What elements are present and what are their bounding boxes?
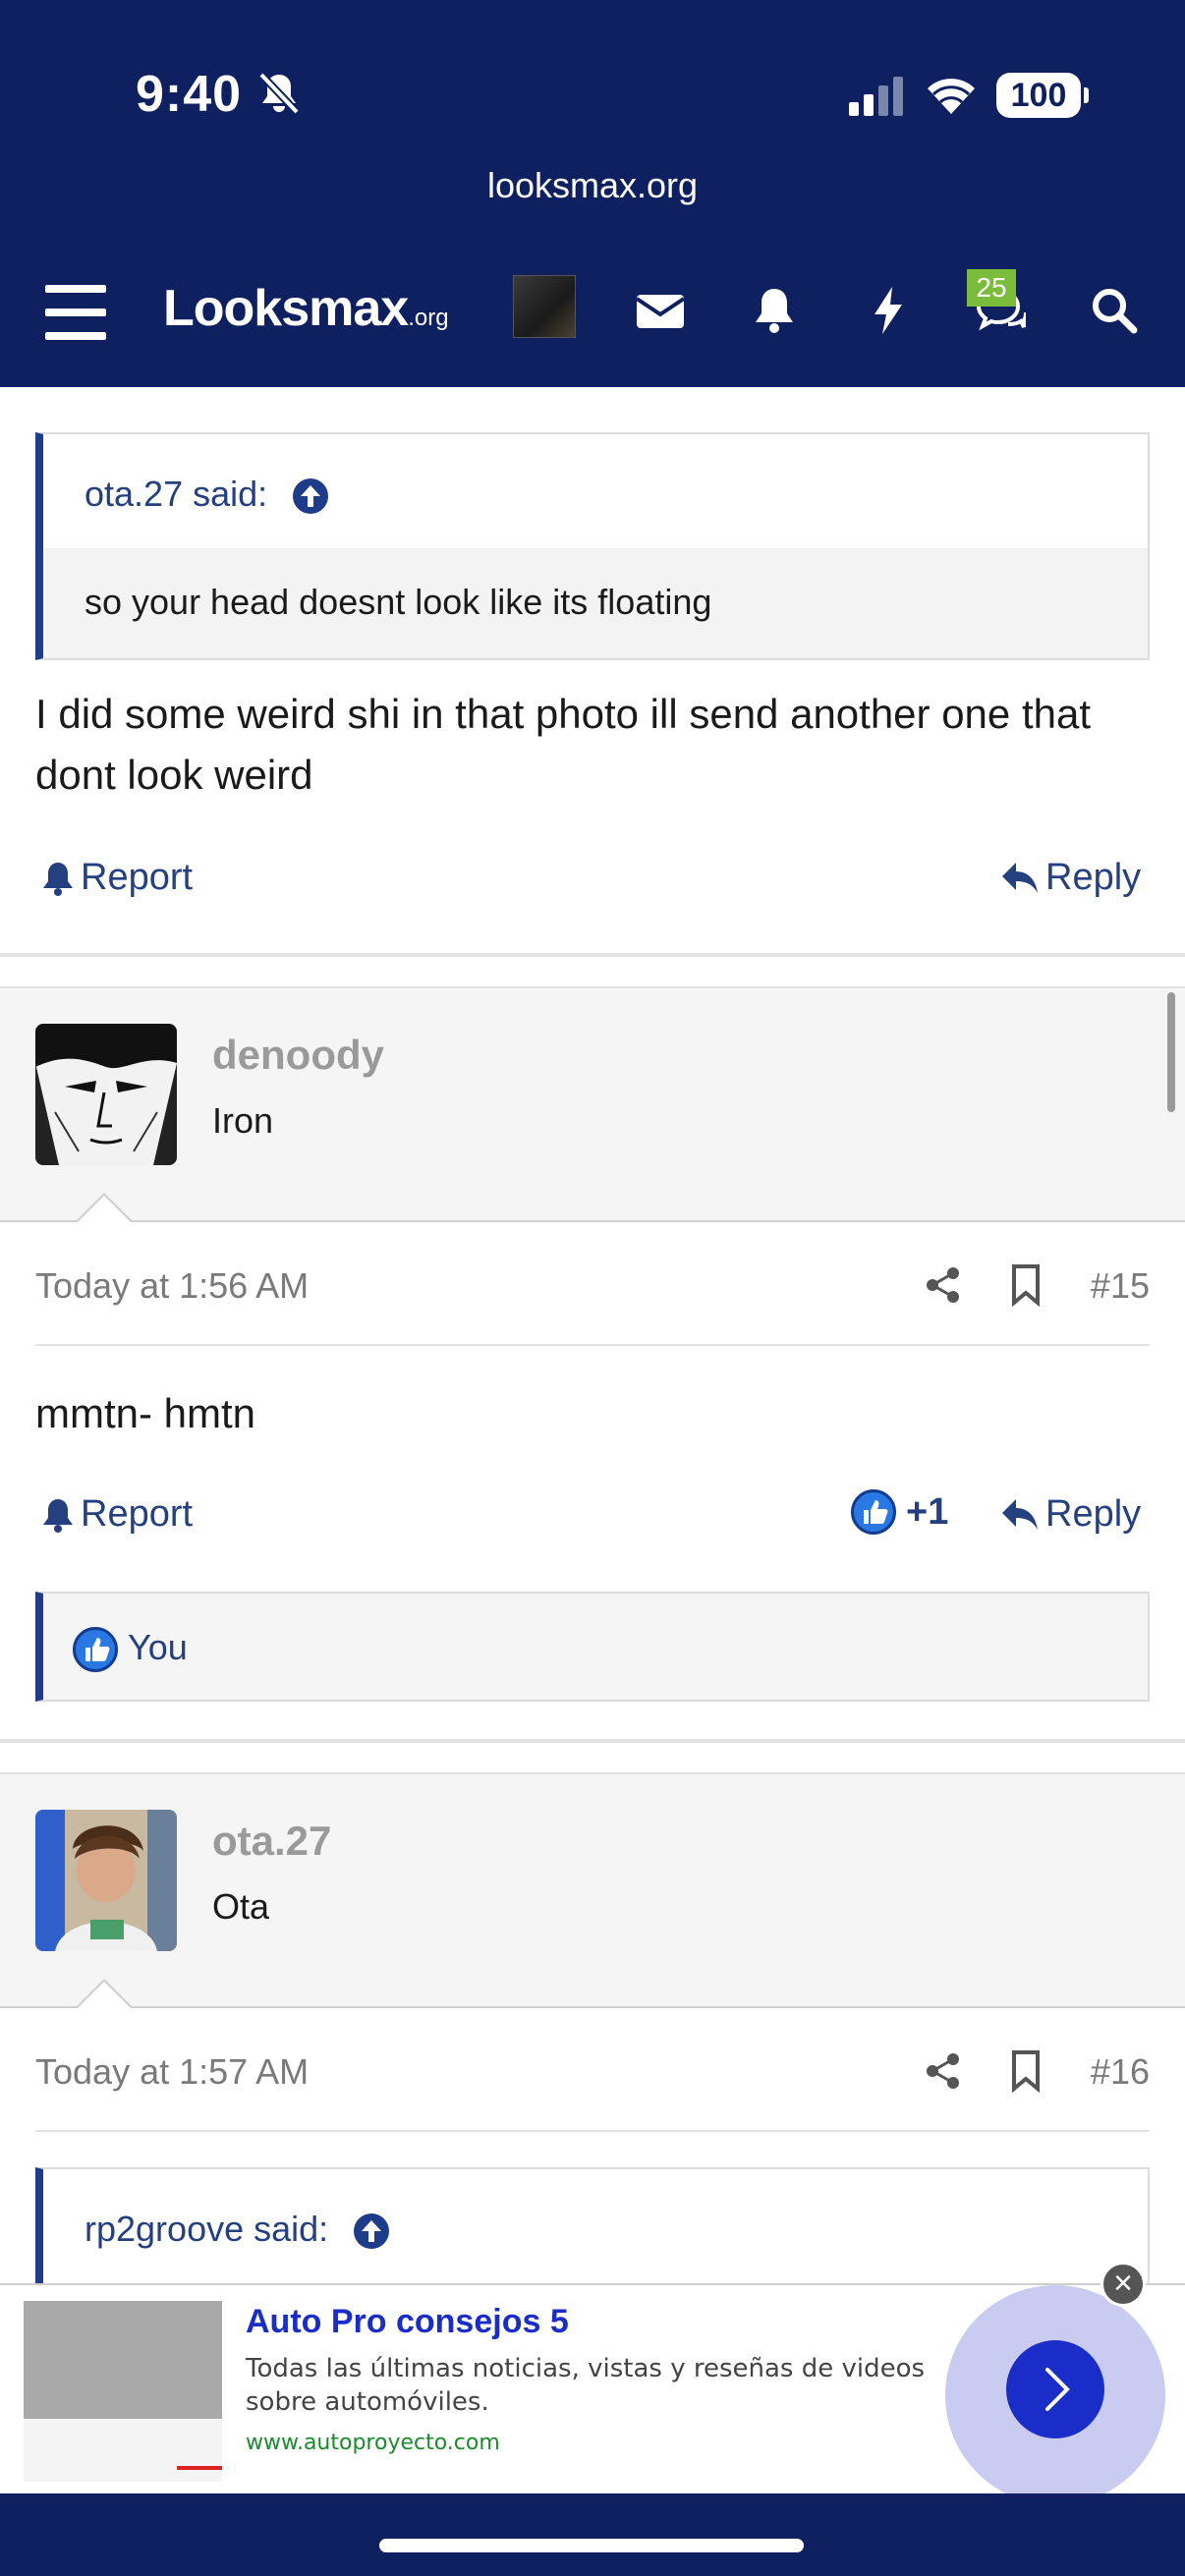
like-icon bbox=[851, 1489, 896, 1535]
reacted-by: You bbox=[128, 1627, 188, 1667]
nav-bar: Looksmax.org 25 bbox=[0, 246, 1185, 387]
envelope-icon[interactable] bbox=[635, 285, 686, 336]
user-title: Iron bbox=[212, 1100, 274, 1141]
reply-icon bbox=[1002, 1498, 1038, 1530]
bookmark-icon[interactable] bbox=[1008, 2049, 1044, 2093]
silent-mode-icon bbox=[258, 72, 300, 115]
cellular-signal-icon bbox=[849, 77, 903, 116]
status-time: 9:40 bbox=[136, 66, 243, 123]
arrow-up-icon[interactable] bbox=[352, 2212, 391, 2251]
reply-button[interactable]: Reply bbox=[1000, 1493, 1141, 1536]
divider bbox=[0, 953, 1185, 957]
arrow-pointer bbox=[75, 1979, 134, 2009]
quote-author[interactable]: ota.27 said: bbox=[85, 474, 267, 514]
home-indicator[interactable] bbox=[379, 2539, 804, 2552]
quote-text: so your head doesnt look like its floati… bbox=[43, 548, 1148, 658]
scrollbar[interactable] bbox=[1167, 992, 1175, 1112]
post-body: mmtn- hmtn bbox=[35, 1390, 256, 1436]
bell-icon bbox=[43, 862, 73, 896]
report-button[interactable]: Report bbox=[41, 1493, 193, 1536]
reaction-summary[interactable]: +1 bbox=[851, 1489, 948, 1535]
bottom-bar bbox=[0, 2493, 1185, 2576]
post-timestamp[interactable]: Today at 1:56 AM bbox=[35, 1265, 309, 1307]
post-number[interactable]: #15 bbox=[1091, 1265, 1150, 1307]
quote-header[interactable]: rp2groove said: bbox=[43, 2169, 1148, 2283]
menu-icon[interactable] bbox=[45, 285, 106, 340]
manga-avatar-image bbox=[35, 1024, 177, 1165]
bookmark-icon[interactable] bbox=[1008, 1263, 1044, 1307]
username[interactable]: denoody bbox=[212, 1032, 384, 1079]
share-icon[interactable] bbox=[924, 2051, 963, 2091]
reactions-list[interactable]: You bbox=[35, 1592, 1150, 1702]
avatar[interactable] bbox=[35, 1024, 177, 1165]
photo-avatar-image bbox=[35, 1810, 177, 1951]
ad-description: Todas las últimas noticias, vistas y res… bbox=[246, 2354, 926, 2417]
status-bar: 9:40 100 looksmax.org bbox=[0, 0, 1185, 205]
ad-open-button[interactable] bbox=[1006, 2340, 1104, 2438]
divider bbox=[0, 1739, 1185, 1743]
user-info-block: denoody Iron bbox=[0, 986, 1185, 1223]
post-body: I did some weird shi in that photo ill s… bbox=[35, 691, 1091, 798]
post-meta: Today at 1:57 AM #16 bbox=[35, 2012, 1150, 2132]
arrow-pointer bbox=[75, 1193, 134, 1223]
bolt-icon[interactable] bbox=[863, 285, 914, 336]
ad-title[interactable]: Auto Pro consejos 5 bbox=[246, 2303, 569, 2341]
search-icon[interactable] bbox=[1089, 285, 1140, 336]
conversations-badge: 25 bbox=[967, 269, 1016, 307]
site-logo[interactable]: Looksmax.org bbox=[163, 279, 449, 338]
account-avatar[interactable] bbox=[513, 275, 576, 338]
avatar[interactable] bbox=[35, 1810, 177, 1951]
post-number[interactable]: #16 bbox=[1091, 2051, 1150, 2093]
bell-icon[interactable] bbox=[749, 285, 800, 336]
username[interactable]: ota.27 bbox=[212, 1818, 331, 1865]
reaction-count: +1 bbox=[906, 1490, 949, 1533]
close-icon[interactable]: × bbox=[1100, 2262, 1146, 2307]
site-header: 9:40 100 looksmax.org Looksmax.org 25 bbox=[0, 0, 1185, 387]
quote-header[interactable]: ota.27 said: bbox=[43, 434, 1148, 548]
chevron-right-icon bbox=[1045, 2368, 1070, 2411]
url-bar[interactable]: looksmax.org bbox=[0, 165, 1185, 206]
user-title: Ota bbox=[212, 1886, 270, 1927]
ad-thumbnail[interactable] bbox=[24, 2301, 222, 2482]
quote-author[interactable]: rp2groove said: bbox=[85, 2209, 328, 2249]
quote-block: ota.27 said: so your head doesnt look li… bbox=[35, 432, 1150, 660]
post-timestamp[interactable]: Today at 1:57 AM bbox=[35, 2051, 309, 2093]
wifi-icon bbox=[928, 79, 975, 114]
like-icon bbox=[73, 1627, 118, 1672]
reply-icon bbox=[1002, 862, 1038, 893]
share-icon[interactable] bbox=[924, 1265, 963, 1305]
post-meta: Today at 1:56 AM #15 bbox=[35, 1226, 1150, 1346]
ad-url[interactable]: www.autoproyecto.com bbox=[246, 2431, 500, 2455]
reply-button[interactable]: Reply bbox=[1000, 857, 1141, 899]
bell-icon bbox=[43, 1498, 73, 1533]
report-button[interactable]: Report bbox=[41, 857, 193, 899]
quote-block: rp2groove said: bbox=[35, 2167, 1150, 2295]
arrow-up-icon[interactable] bbox=[291, 476, 330, 516]
user-info-block: ota.27 Ota bbox=[0, 1772, 1185, 2009]
battery-indicator: 100 bbox=[996, 73, 1089, 118]
